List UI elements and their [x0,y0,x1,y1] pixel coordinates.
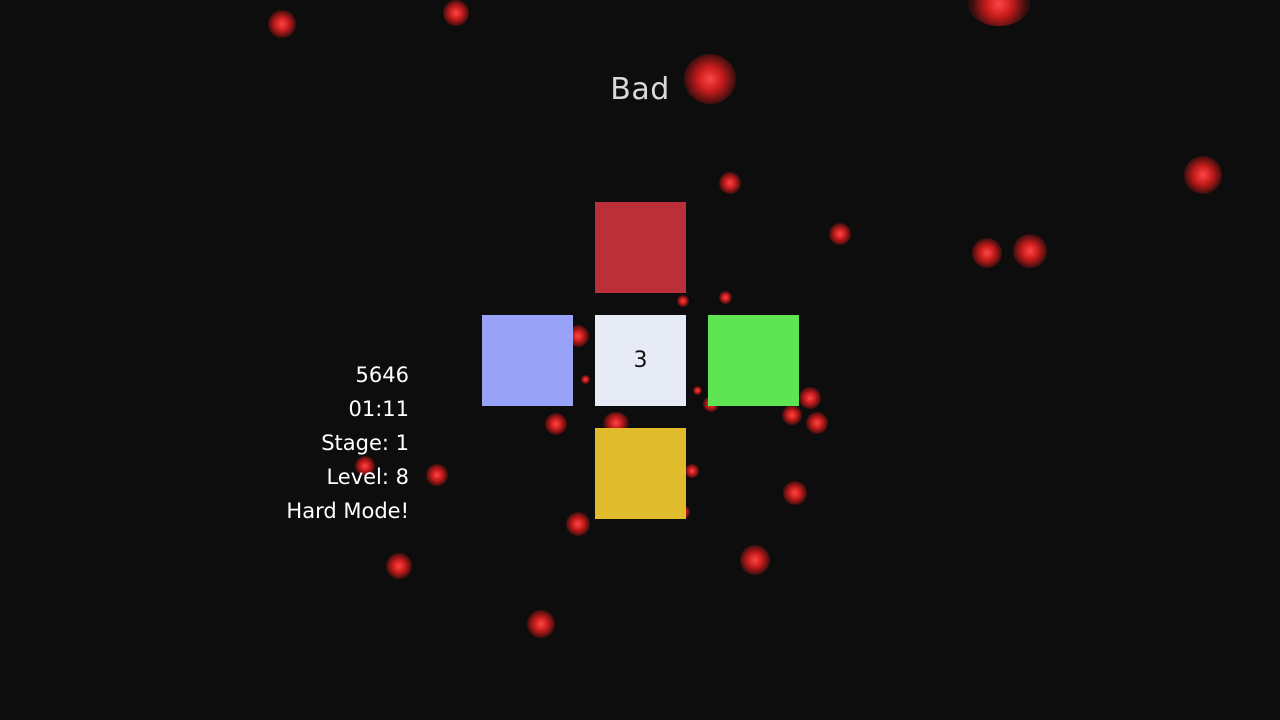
feedback-text: Bad [610,72,670,107]
particle [740,545,770,575]
particle [719,291,732,304]
particle [581,375,590,384]
stage-value: Stage: 1 [321,431,409,455]
particle [829,223,851,245]
particle [799,387,821,409]
particle [677,295,689,307]
tile-down[interactable] [595,428,686,519]
particle [545,413,567,435]
particle [693,386,702,395]
tile-center: 3 [595,315,686,406]
particle [719,172,741,194]
tile-right[interactable] [708,315,799,406]
particle [1013,234,1047,268]
time-value: 01:11 [348,397,409,421]
particle [268,10,296,38]
particle [782,405,802,425]
tile-up[interactable] [595,202,686,293]
stats-panel: 5646 01:11 Stage: 1 Level: 8 Hard Mode! [286,358,409,528]
tile-center-number: 3 [633,348,648,373]
particle [685,464,699,478]
particle [566,512,590,536]
particle [527,610,555,638]
particle [1184,156,1222,194]
particle [968,0,1030,26]
particle [386,553,412,579]
score-value: 5646 [355,363,409,387]
level-value: Level: 8 [326,465,409,489]
tile-left[interactable] [482,315,573,406]
particle [783,481,807,505]
game-stage: Bad 3 5646 01:11 Stage: 1 Level: 8 Hard … [0,0,1280,720]
particle [806,412,828,434]
mode-label: Hard Mode! [286,499,409,523]
particle [443,0,469,26]
particle [972,238,1002,268]
particle [426,464,448,486]
